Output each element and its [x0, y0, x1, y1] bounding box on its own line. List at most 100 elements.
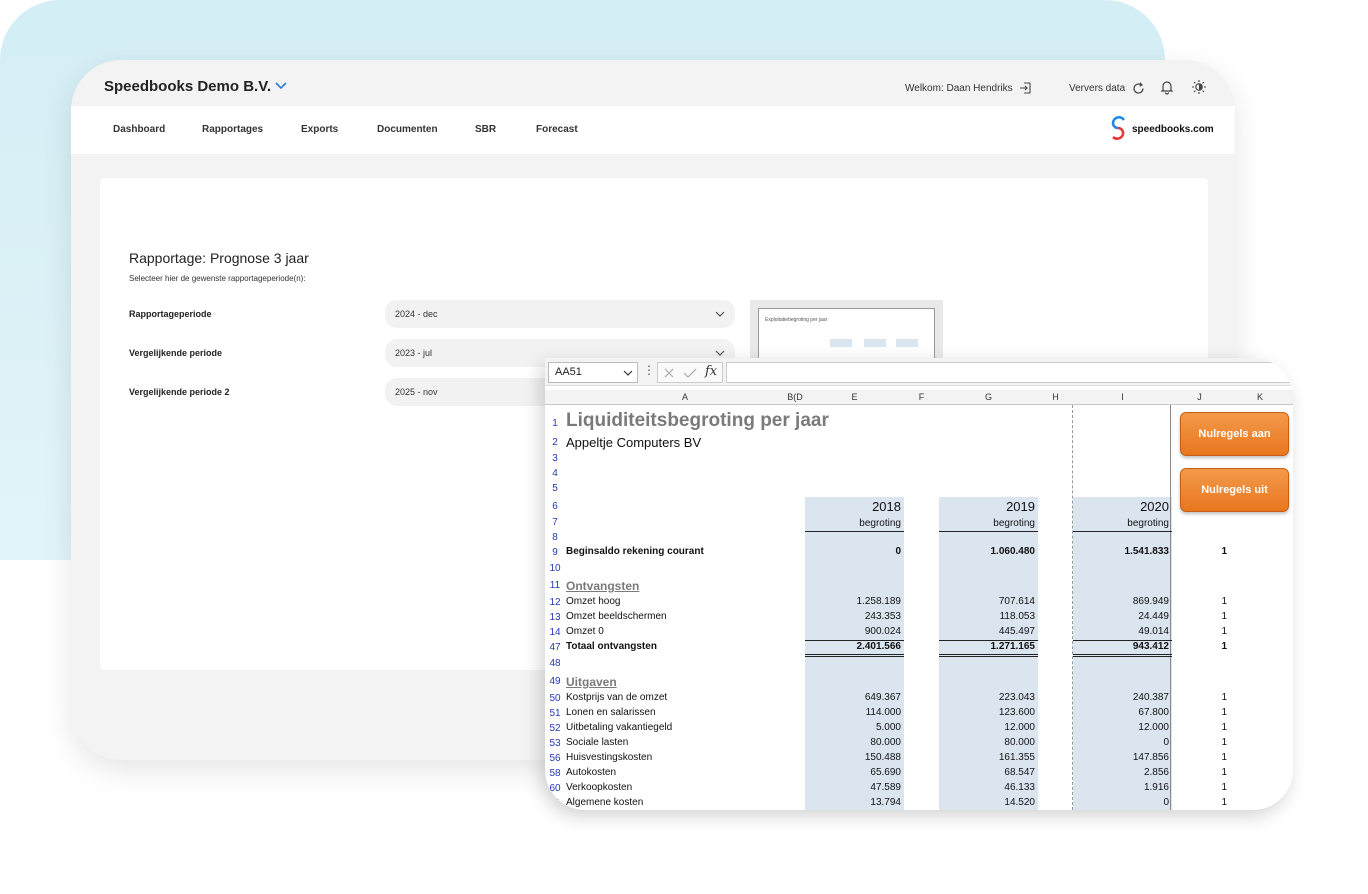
value-2018[interactable]: 5.000 — [805, 722, 901, 733]
nulregels-aan-button[interactable]: Nulregels aan — [1180, 412, 1289, 456]
row-label[interactable]: Uitbetaling vakantiegeld — [566, 722, 672, 733]
period-select[interactable]: 2024 - dec — [385, 300, 735, 328]
row-header[interactable]: 52 — [545, 723, 565, 734]
row-label[interactable]: Kostprijs van de omzet — [566, 692, 667, 703]
row-label[interactable]: Omzet hoog — [566, 596, 620, 607]
value-j[interactable]: 1 — [1125, 546, 1227, 557]
bell-icon[interactable] — [1159, 79, 1175, 95]
row-header[interactable]: 11 — [545, 580, 565, 591]
row-header[interactable]: 13 — [545, 612, 565, 623]
nav-documenten[interactable]: Documenten — [377, 124, 438, 135]
value-2019[interactable]: 123.600 — [939, 707, 1035, 718]
speedbooks-logo[interactable]: speedbooks.com — [1109, 116, 1214, 142]
value-2019[interactable]: 445.497 — [939, 626, 1035, 637]
refresh-data-button[interactable]: Ververs data — [1069, 81, 1146, 96]
value-j[interactable]: 1 — [1125, 752, 1227, 763]
value-2019[interactable]: 46.133 — [939, 782, 1035, 793]
column-header-h[interactable]: H — [1038, 390, 1073, 405]
value-2018[interactable]: 243.353 — [805, 611, 901, 622]
column-header-a[interactable]: A — [565, 390, 805, 405]
theme-toggle-icon[interactable] — [1191, 79, 1207, 95]
cancel-icon[interactable] — [663, 367, 675, 379]
row-header[interactable]: 53 — [545, 738, 565, 749]
row-header[interactable]: 14 — [545, 627, 565, 638]
row-header[interactable]: 60 — [545, 783, 565, 794]
row-header[interactable]: 48 — [545, 658, 565, 669]
value-2018[interactable]: 0 — [805, 546, 901, 557]
value-2019[interactable]: 80.000 — [939, 737, 1035, 748]
row-header[interactable]: 56 — [545, 753, 565, 764]
row-header[interactable]: 47 — [545, 642, 565, 653]
row-header[interactable]: 58 — [545, 768, 565, 779]
value-j[interactable]: 1 — [1125, 692, 1227, 703]
row-header[interactable]: 5 — [545, 483, 565, 494]
nulregels-uit-button[interactable]: Nulregels uit — [1180, 468, 1289, 512]
value-2019[interactable]: 161.355 — [939, 752, 1035, 763]
value-2019[interactable]: 118.053 — [939, 611, 1035, 622]
row-label[interactable]: Beginsaldo rekening courant — [566, 546, 704, 557]
chevron-down-icon[interactable] — [274, 80, 288, 92]
value-j[interactable]: 1 — [1125, 737, 1227, 748]
confirm-icon[interactable] — [683, 367, 697, 379]
row-label[interactable]: Sociale lasten — [566, 737, 628, 748]
nav-sbr[interactable]: SBR — [475, 124, 496, 135]
row-label[interactable]: Huisvestingskosten — [566, 752, 652, 763]
column-header-e[interactable]: E — [805, 390, 904, 405]
value-j[interactable]: 1 — [1125, 626, 1227, 637]
row-header[interactable]: 4 — [545, 468, 565, 479]
more-icon[interactable]: ⋮ — [643, 363, 655, 377]
nav-exports[interactable]: Exports — [301, 124, 338, 135]
value-j[interactable]: 1 — [1125, 611, 1227, 622]
row-header[interactable]: 2 — [545, 437, 565, 448]
value-j[interactable]: 1 — [1125, 641, 1227, 652]
column-header-g[interactable]: G — [939, 390, 1038, 405]
report-preview-thumbnail[interactable]: Exploitatiebegroting per jaar — [750, 300, 943, 368]
row-header[interactable]: 8 — [545, 532, 565, 543]
company-name[interactable]: Speedbooks Demo B.V. — [104, 78, 271, 95]
row-header[interactable]: 7 — [545, 517, 565, 528]
value-2018[interactable]: 2.401.566 — [805, 641, 902, 652]
value-2018[interactable]: 1.258.189 — [805, 596, 902, 607]
value-j[interactable]: 1 — [1125, 797, 1227, 808]
value-2019[interactable]: 12.000 — [939, 722, 1035, 733]
select-all-corner[interactable] — [545, 390, 565, 405]
value-j[interactable]: 1 — [1125, 722, 1227, 733]
value-2019[interactable]: 68.547 — [939, 767, 1035, 778]
value-2018[interactable]: 65.690 — [805, 767, 901, 778]
value-2018[interactable]: 150.488 — [805, 752, 901, 763]
value-j[interactable]: 1 — [1125, 782, 1227, 793]
row-label[interactable]: Verkoopkosten — [566, 782, 632, 793]
value-j[interactable]: 1 — [1125, 767, 1227, 778]
row-label[interactable]: Totaal ontvangsten — [566, 641, 657, 652]
value-2018[interactable]: 47.589 — [805, 782, 901, 793]
name-box[interactable]: AA51 — [548, 362, 638, 383]
value-2018[interactable]: 649.367 — [805, 692, 901, 703]
row-header[interactable]: 1 — [545, 418, 565, 429]
value-2019[interactable]: 14.520 — [939, 797, 1035, 808]
row-header[interactable]: 9 — [545, 547, 565, 558]
row-label[interactable]: Omzet 0 — [566, 626, 604, 637]
value-2018[interactable]: 114.000 — [805, 707, 901, 718]
row-header[interactable]: 3 — [545, 453, 565, 464]
value-2019[interactable]: 1.060.480 — [939, 546, 1036, 557]
row-header[interactable]: 12 — [545, 597, 565, 608]
value-2019[interactable]: 707.614 — [939, 596, 1035, 607]
row-header[interactable]: 10 — [545, 563, 565, 574]
nav-rapportages[interactable]: Rapportages — [202, 124, 263, 135]
row-header[interactable]: 61 — [545, 798, 565, 809]
value-j[interactable]: 1 — [1125, 596, 1227, 607]
row-label[interactable]: Lonen en salarissen — [566, 707, 656, 718]
formula-input[interactable] — [726, 362, 1293, 383]
row-label[interactable]: Autokosten — [566, 767, 616, 778]
column-header-i[interactable]: I — [1073, 390, 1172, 405]
column-header-f[interactable]: F — [904, 390, 939, 405]
logout-icon[interactable] — [1019, 81, 1033, 95]
column-header-b[interactable]: B(D — [785, 390, 805, 405]
nav-forecast[interactable]: Forecast — [536, 124, 578, 135]
value-j[interactable]: 1 — [1125, 707, 1227, 718]
row-header[interactable]: 49 — [545, 676, 565, 687]
column-header-j[interactable]: J — [1172, 390, 1227, 405]
function-icon[interactable]: fx — [705, 364, 717, 379]
value-2018[interactable]: 900.024 — [805, 626, 901, 637]
value-2019[interactable]: 223.043 — [939, 692, 1035, 703]
